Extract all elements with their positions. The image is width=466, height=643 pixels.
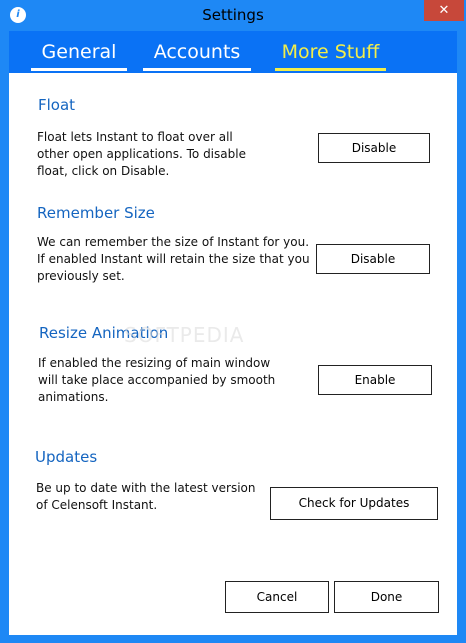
tab-label: More Stuff <box>281 41 380 63</box>
close-button[interactable]: ✕ <box>424 0 464 21</box>
remember-size-disable-button[interactable]: Disable <box>316 244 430 274</box>
watermark: SOFTPEDIA <box>124 323 245 347</box>
float-title: Float <box>38 96 76 114</box>
done-button[interactable]: Done <box>334 581 439 613</box>
cancel-button[interactable]: Cancel <box>225 581 329 613</box>
tab-underline <box>143 68 251 71</box>
settings-window: i Settings ✕ General Accounts More Stuff… <box>0 0 466 643</box>
float-description: Float lets Instant to float over all oth… <box>37 130 246 178</box>
tab-underline <box>31 68 127 71</box>
tab-label: Accounts <box>153 41 241 63</box>
remember-size-description: We can remember the size of Instant for … <box>37 235 310 283</box>
tab-label: General <box>41 41 117 63</box>
tab-more-stuff[interactable]: More Stuff <box>275 31 386 73</box>
close-icon: ✕ <box>438 3 450 18</box>
float-disable-button[interactable]: Disable <box>318 133 430 163</box>
tab-general[interactable]: General <box>31 31 127 73</box>
tab-underline <box>275 68 386 71</box>
check-for-updates-button[interactable]: Check for Updates <box>270 487 438 520</box>
tab-accounts[interactable]: Accounts <box>143 31 251 73</box>
window-title: Settings <box>202 6 264 24</box>
remember-size-title: Remember Size <box>37 204 155 222</box>
settings-content: Float Float lets Instant to float over a… <box>9 73 457 635</box>
tab-bar: General Accounts More Stuff <box>9 31 457 73</box>
updates-description: Be up to date with the latest version of… <box>36 481 256 512</box>
title-bar: i Settings ✕ <box>0 0 466 31</box>
updates-title: Updates <box>35 448 98 466</box>
resize-animation-description: If enabled the resizing of main window w… <box>38 356 276 404</box>
resize-animation-enable-button[interactable]: Enable <box>318 365 432 395</box>
